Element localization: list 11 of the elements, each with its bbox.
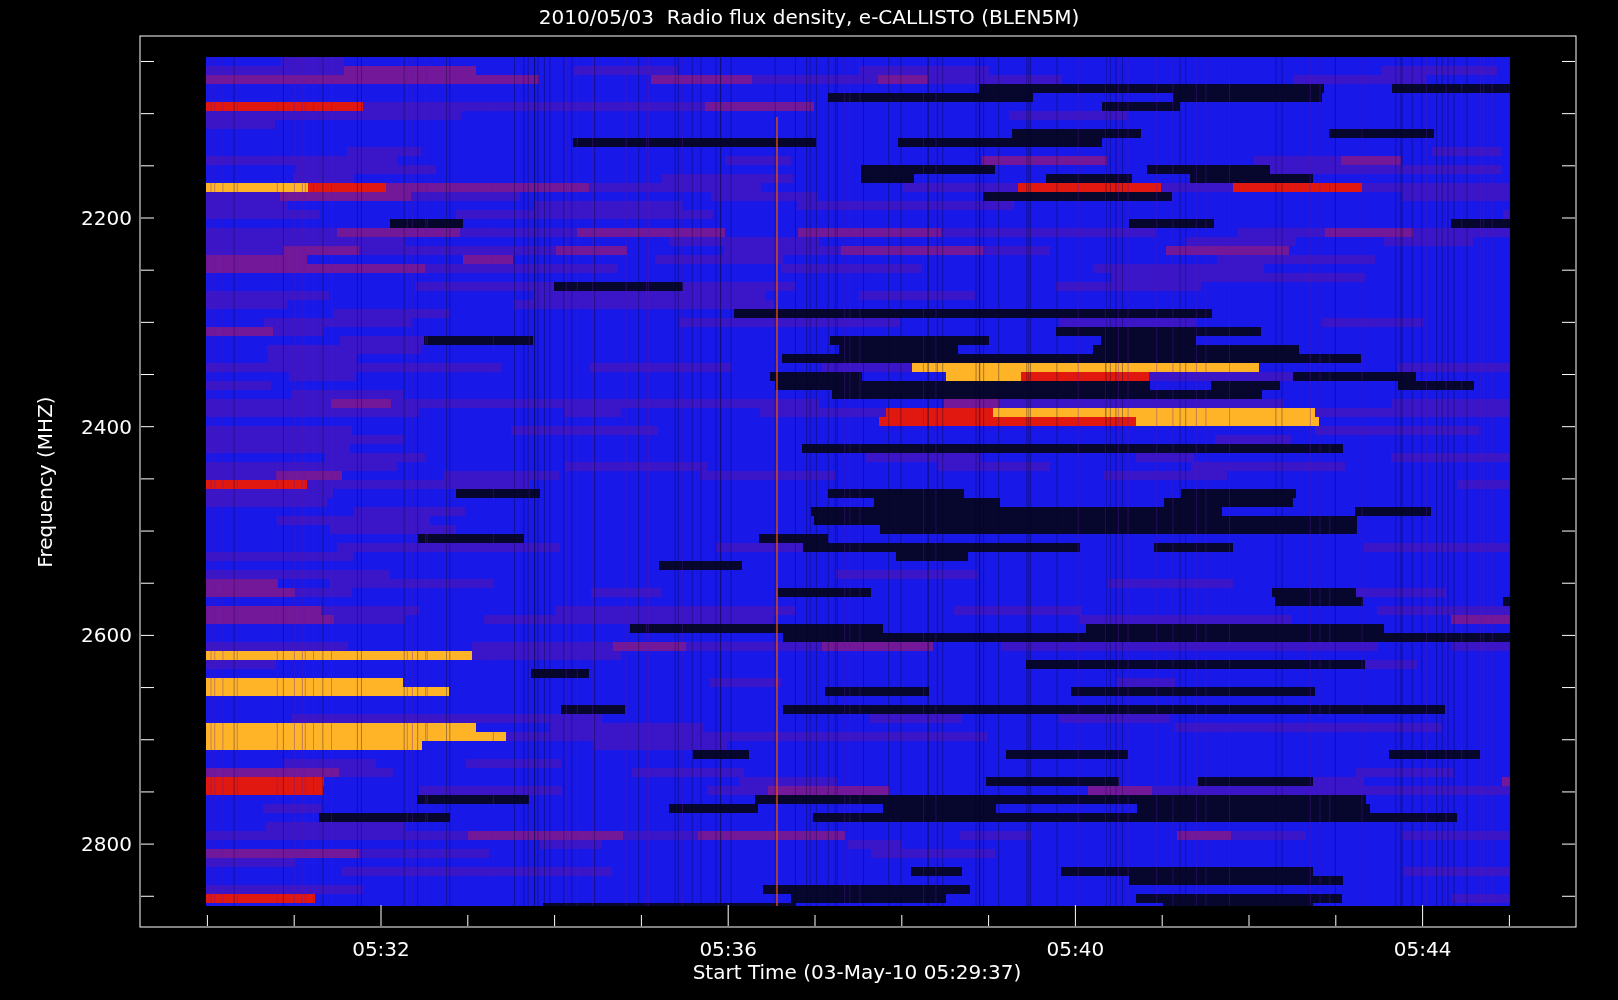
x-axis-label: Start Time (03-May-10 05:29:37)	[692, 960, 1022, 984]
x-tick-label: 05:36	[699, 937, 757, 961]
y-tick-label: 2400	[81, 414, 132, 439]
x-tick-label: 05:32	[352, 937, 410, 961]
y-tick-label: 2200	[81, 206, 132, 230]
y-tick-label: 2600	[81, 623, 132, 648]
y-tick-label: 2800	[81, 832, 132, 857]
plot-title: 2010/05/03 Radio flux density, e-CALLISTO (BLEN5M)	[538, 5, 1080, 29]
y-axis-label: Frequency (MHZ)	[33, 396, 57, 568]
x-tick-label: 05:44	[1393, 937, 1452, 961]
x-tick-label: 05:40	[1046, 937, 1105, 961]
